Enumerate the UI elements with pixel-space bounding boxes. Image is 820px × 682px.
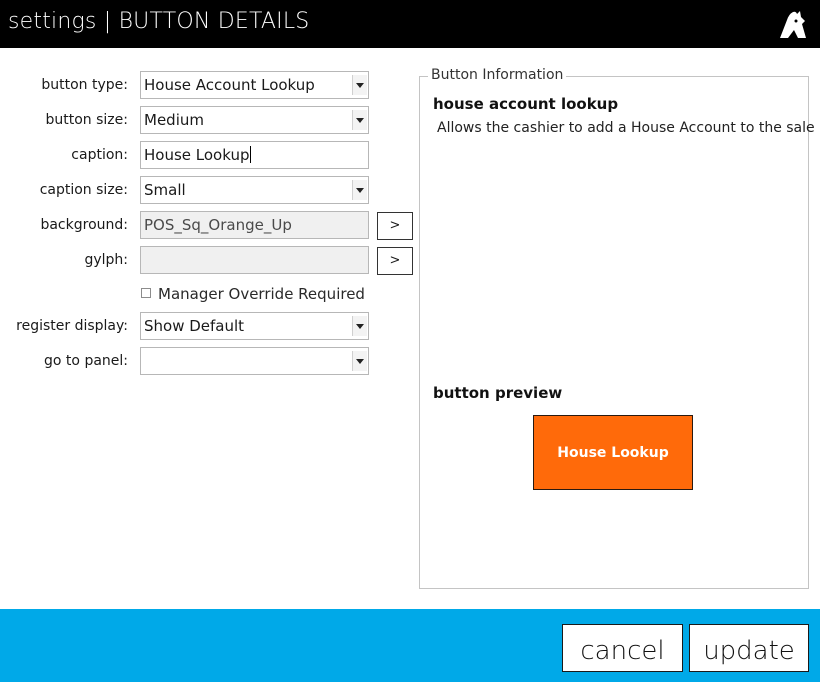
button-preview-heading: button preview <box>433 384 563 402</box>
page-title: settings | BUTTON DETAILS <box>8 9 310 34</box>
background-browse-button[interactable]: > <box>377 212 413 240</box>
chevron-down-icon[interactable] <box>352 75 367 95</box>
register-display-value: Show Default <box>144 317 245 335</box>
chevron-down-icon[interactable] <box>352 316 367 336</box>
go-to-panel-select[interactable] <box>140 347 369 375</box>
background-value: POS_Sq_Orange_Up <box>144 216 292 234</box>
background-label: background: <box>40 217 128 233</box>
manager-override-row[interactable]: Manager Override Required <box>141 285 365 303</box>
caption-value: House Lookup <box>144 146 250 164</box>
caption-label: caption: <box>71 147 128 163</box>
chevron-down-icon[interactable] <box>352 351 367 371</box>
chevron-down-icon[interactable] <box>352 110 367 130</box>
button-type-value: House Account Lookup <box>144 76 315 94</box>
button-info-heading: house account lookup <box>433 95 619 113</box>
register-display-select[interactable]: Show Default <box>140 312 369 340</box>
glyph-field <box>140 246 369 274</box>
button-info-description: Allows the cashier to add a House Accoun… <box>437 120 815 136</box>
manager-override-label: Manager Override Required <box>158 285 365 303</box>
button-size-value: Medium <box>144 111 204 129</box>
button-type-select[interactable]: House Account Lookup <box>140 71 369 99</box>
chevron-down-icon[interactable] <box>352 180 367 200</box>
title-bar: settings | BUTTON DETAILS <box>0 0 820 48</box>
update-button[interactable]: update <box>689 624 809 672</box>
button-size-select[interactable]: Medium <box>140 106 369 134</box>
text-cursor <box>250 145 252 163</box>
caption-size-value: Small <box>144 181 186 199</box>
go-to-panel-label: go to panel: <box>44 353 128 369</box>
caption-size-select[interactable]: Small <box>140 176 369 204</box>
button-information-legend: Button Information <box>428 67 567 83</box>
background-field: POS_Sq_Orange_Up <box>140 211 369 239</box>
button-preview: House Lookup <box>533 415 693 490</box>
glyph-label: gylph: <box>84 252 128 268</box>
glyph-browse-button[interactable]: > <box>377 247 413 275</box>
caption-input[interactable]: House Lookup <box>140 141 369 169</box>
brand-logo-icon <box>780 11 806 38</box>
button-preview-caption: House Lookup <box>557 444 669 461</box>
cancel-button[interactable]: cancel <box>562 624 683 672</box>
register-display-label: register display: <box>16 318 128 334</box>
manager-override-checkbox[interactable] <box>141 287 151 298</box>
caption-size-label: caption size: <box>39 182 128 198</box>
button-information-group <box>419 76 809 589</box>
button-size-label: button size: <box>45 112 129 128</box>
button-type-label: button type: <box>41 77 128 93</box>
